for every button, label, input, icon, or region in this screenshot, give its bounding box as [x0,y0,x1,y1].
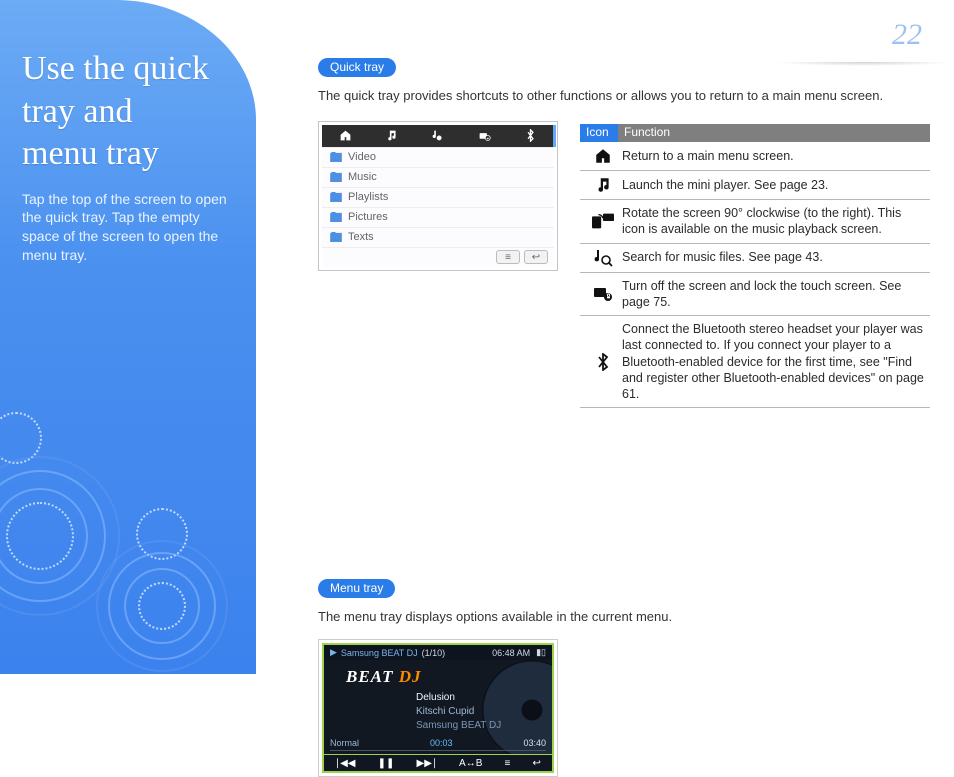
folder-label: Texts [348,231,374,243]
function-text: Rotate the screen 90° clockwise (to the … [622,205,926,238]
quick-tray-footer: ≡ ↩ [322,247,554,267]
back-icon[interactable]: ↩ [533,758,541,769]
page-number: 22 [892,18,922,52]
quick-tray-row[interactable]: Music [322,167,554,187]
quick-tray-row[interactable]: Texts [322,227,554,247]
title-line: tray and [22,93,132,130]
function-text: Connect the Bluetooth stereo headset you… [622,321,926,402]
bluetooth-icon[interactable] [524,129,538,143]
function-text: Return to a main menu screen. [622,148,926,164]
home-icon[interactable] [338,129,352,143]
decorative-ring-icon [6,502,74,570]
title-line: Use the quick [22,50,209,87]
folder-label: Pictures [348,211,388,223]
player-clock: 06:48 AM [492,648,530,658]
player-track-count: (1/10) [422,648,446,658]
menu-tray-description: The menu tray displays options available… [318,608,930,626]
quick-tray-description: The quick tray provides shortcuts to oth… [318,87,930,105]
ab-repeat-icon[interactable]: A↔B [459,758,482,769]
quick-tray-row[interactable]: Video [322,147,554,167]
prev-icon[interactable]: ∣◀◀ [335,758,355,769]
section-heading-quick-tray: Quick tray [318,58,396,77]
icon-function-table: Icon Function Return to a main menu scre… [580,124,930,408]
battery-icon: ▮▯ [536,647,546,658]
col-icon-header: Icon [580,124,618,142]
decorative-ring-icon [138,582,186,630]
time-elapsed: 00:03 [430,738,453,748]
menu-icon[interactable]: ≡ [496,250,520,264]
back-icon[interactable]: ↩ [524,250,548,264]
table-header: Icon Function [580,124,930,142]
table-row: Connect the Bluetooth stereo headset you… [580,316,930,408]
title-part: DJ [393,667,421,686]
home-icon [594,147,612,165]
track-name: Kitschi Cupid [416,705,501,719]
table-row: Search for music files. See page 43. [580,244,930,273]
lock-icon[interactable] [477,129,491,143]
main-content: Quick tray The quick tray provides short… [318,58,930,777]
menu-tray-section: Menu tray The menu tray displays options… [318,579,930,777]
table-row: Turn off the screen and lock the touch s… [580,273,930,317]
player-screen: ▶ Samsung BEAT DJ (1/10) 06:48 AM ▮▯ BEA… [322,643,554,773]
menu-tray-screenshot: ▶ Samsung BEAT DJ (1/10) 06:48 AM ▮▯ BEA… [318,639,558,777]
bluetooth-icon [595,353,611,371]
folder-label: Music [348,171,377,183]
table-row: Launch the mini player. See page 23. [580,171,930,200]
quick-tray-row[interactable]: Playlists [322,187,554,207]
music-icon [594,176,612,194]
next-icon[interactable]: ▶▶∣ [417,758,437,769]
eq-mode: Normal [330,738,359,748]
quick-tray-row[interactable]: Pictures [322,207,554,227]
play-indicator-icon: ▶ [330,647,337,658]
page-subtitle: Tap the top of the screen to open the qu… [0,176,256,266]
folder-label: Video [348,151,376,163]
lock-icon [593,286,613,302]
col-function-header: Function [618,125,670,141]
rotate-icon [592,213,614,229]
quick-tray-topbar [322,125,554,147]
page-title: Use the quick tray and menu tray [0,0,256,176]
note-search-icon [593,249,613,267]
player-source: Samsung BEAT DJ [341,648,418,658]
function-text: Launch the mini player. See page 23. [622,177,926,193]
title-part: BEAT [346,667,393,686]
player-infobar: Normal 00:03 03:40 [330,738,546,751]
function-text: Turn off the screen and lock the touch s… [622,278,926,311]
pause-icon[interactable]: ❚❚ [378,758,395,769]
folder-label: Playlists [348,191,388,203]
track-name: Delusion [416,691,501,705]
note-search-icon[interactable] [431,129,445,143]
section-heading-menu-tray: Menu tray [318,579,395,598]
table-row: Return to a main menu screen. [580,142,930,171]
title-line: menu tray [22,135,159,172]
track-list: Delusion Kitschi Cupid Samsung BEAT DJ [416,691,501,733]
track-name: Samsung BEAT DJ [416,719,501,733]
time-total: 03:40 [523,738,546,748]
player-controls: ∣◀◀ ❚❚ ▶▶∣ A↔B ≡ ↩ [324,754,552,771]
player-statusbar: ▶ Samsung BEAT DJ (1/10) 06:48 AM ▮▯ [324,645,552,660]
sidebar-panel: Use the quick tray and menu tray Tap the… [0,0,256,674]
function-text: Search for music files. See page 43. [622,249,926,265]
table-row: Rotate the screen 90° clockwise (to the … [580,200,930,244]
quick-tray-screenshot: Video Music Playlists Pictures Texts ≡ ↩ [318,121,558,271]
player-title: BEAT DJ [346,667,422,687]
music-icon[interactable] [385,129,399,143]
menu-icon[interactable]: ≡ [505,758,511,769]
